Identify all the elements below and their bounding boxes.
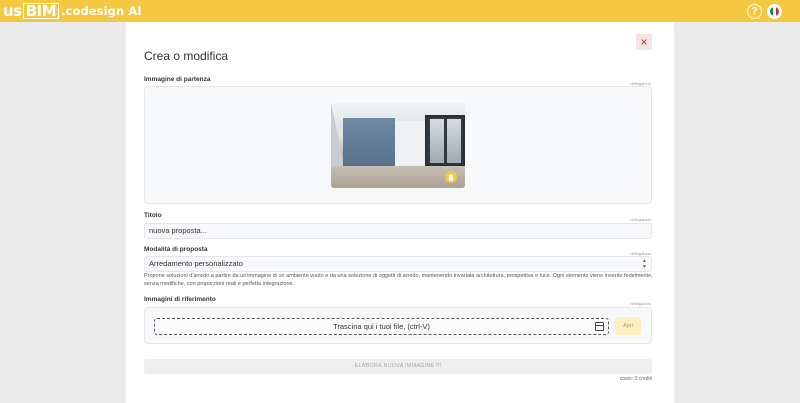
logo-us: us — [3, 1, 22, 20]
mode-label: Modalità di proposta — [144, 246, 208, 253]
help-button[interactable]: ? — [747, 4, 762, 19]
top-bar: us BIM .codesign AI ? — [0, 0, 800, 22]
logo-codesign: .codesign AI — [61, 3, 142, 18]
language-flag-button[interactable] — [767, 4, 782, 19]
logo-bim: BIM — [22, 2, 60, 19]
close-button[interactable]: × — [636, 34, 652, 50]
mode-select[interactable]: Arredamento personalizzato ▲ ▼ — [144, 256, 652, 272]
cost-label: costo: 3 crediti — [619, 376, 652, 382]
app-logo[interactable]: us BIM .codesign AI — [3, 1, 142, 20]
required-label: obbligatorio — [630, 301, 651, 306]
help-icon: ? — [751, 6, 758, 17]
clipboard-icon[interactable] — [595, 322, 604, 331]
select-arrows-icon: ▲ ▼ — [642, 258, 647, 270]
trash-icon — [448, 173, 454, 181]
delete-image-button[interactable] — [445, 171, 457, 183]
mode-select-value: Arredamento personalizzato — [149, 259, 243, 268]
open-files-button[interactable]: Apri — [615, 317, 641, 335]
start-image-label: Immagine di partenza — [144, 76, 211, 83]
name-input[interactable]: nuova proposta... — [144, 223, 652, 239]
dropzone-text: Trascina qui i tuoi file, (ctrl-V) — [333, 322, 430, 331]
close-icon: × — [640, 35, 648, 49]
italy-flag-icon — [770, 7, 779, 16]
required-label: obbligatorio — [630, 217, 651, 222]
name-label: Titolo — [144, 212, 162, 219]
reference-images-label: Immagini di riferimento — [144, 296, 216, 303]
page-title: Crea o modifica — [144, 49, 229, 63]
mode-description: Propone soluzioni d'arredo a partire da … — [144, 273, 653, 287]
submit-button[interactable]: ELABORA NUOVA IMMAGINE !!! — [144, 359, 652, 374]
file-dropzone[interactable]: Trascina qui i tuoi file, (ctrl-V) — [154, 318, 609, 335]
